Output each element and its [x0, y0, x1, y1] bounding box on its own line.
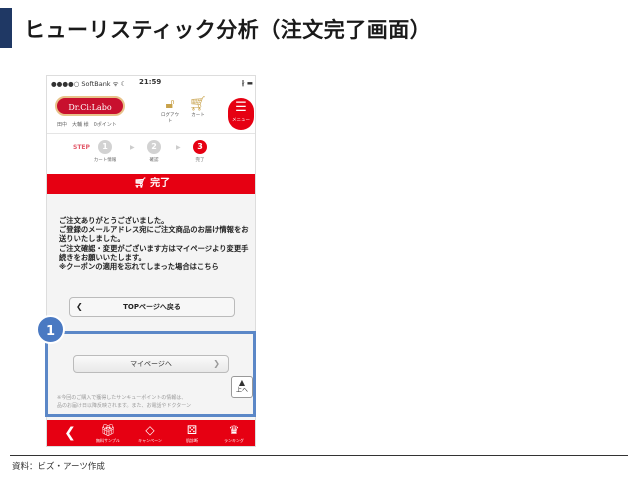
- step-text: 完了: [195, 158, 205, 163]
- battery-icon: ∦ ▬: [241, 79, 253, 87]
- chevron-left-icon: ❮: [76, 302, 83, 311]
- carrier-indicator: ●●●●○ SoftBank ᯤ ☾: [51, 80, 127, 88]
- step-number: 2: [147, 140, 161, 154]
- thanks-message: ご注文ありがとうございました。 ご登録のメールアドレス宛にご注文商品のお届け情報…: [59, 216, 249, 272]
- menu-button[interactable]: ☰ メニュー: [228, 98, 254, 130]
- brand-logo[interactable]: Dr.Ci:Labo: [55, 96, 125, 116]
- tab-label: 無料サンプル: [96, 438, 120, 443]
- cart-icon: 🛒︎: [189, 96, 207, 112]
- checkout-steps: STEP 1 カート情報 ▶ 2 確認 ▶ 3 完了: [47, 134, 255, 174]
- tab-campaign[interactable]: ◇ キャンペーン: [133, 423, 167, 444]
- cart-icon: 🛒︎: [133, 178, 151, 189]
- diamond-icon: ◇: [145, 423, 155, 437]
- complete-banner-text: 完了: [150, 178, 171, 189]
- slide-title: ヒューリスティック分析（注文完了画面）: [24, 18, 432, 42]
- hamburger-icon: ☰: [235, 100, 247, 115]
- tab-ranking[interactable]: ♛ ランキング: [217, 423, 251, 444]
- bottom-tab-bar: ❮ 🎁︎ 無料サンプル ◇ キャンペーン ⚄ 肌診断 ♛ ランキング: [47, 420, 255, 446]
- step-text: カート情報: [93, 158, 117, 163]
- logout-label: ログアウト: [161, 113, 179, 124]
- top-page-button[interactable]: ❮ TOPページへ戻る: [69, 297, 235, 317]
- title-accent-bar: [0, 8, 12, 48]
- tab-label: 肌診断: [186, 438, 198, 443]
- user-points: 田中 大輔 様 0ポイント: [57, 122, 117, 128]
- source-divider: [10, 455, 628, 456]
- status-time: 21:59: [139, 78, 162, 86]
- back-button[interactable]: ❮: [53, 426, 87, 441]
- tab-free-sample[interactable]: 🎁︎ 無料サンプル: [91, 423, 125, 444]
- chevron-left-icon: ❮: [64, 425, 76, 441]
- step-number: 3: [193, 140, 207, 154]
- lock-icon: 🔓︎: [165, 96, 175, 112]
- step-cart: 1 カート情報: [85, 140, 125, 163]
- complete-banner: 🛒︎ 完了: [47, 174, 255, 194]
- cart-label: カート: [191, 113, 205, 118]
- crown-icon: ♛: [228, 423, 240, 437]
- cart-button[interactable]: 🛒︎ カート: [187, 96, 209, 118]
- step-text: 確認: [149, 158, 159, 163]
- gift-icon: 🎁︎: [100, 423, 116, 437]
- tab-skin-check[interactable]: ⚄ 肌診断: [175, 423, 209, 444]
- tab-label: キャンペーン: [138, 438, 162, 443]
- dice-icon: ⚄: [186, 423, 198, 437]
- source-note: 資料：ビズ・アーツ作成: [12, 462, 105, 472]
- tab-label: ランキング: [224, 438, 244, 443]
- menu-label: メニュー: [232, 118, 250, 123]
- status-bar: ●●●●○ SoftBank ᯤ ☾ 21:59 ∦ ▬: [47, 76, 255, 90]
- app-header: Dr.Ci:Labo 田中 大輔 様 0ポイント 🔓︎ ログアウト 🛒︎ カート…: [47, 90, 255, 134]
- step-confirm: 2 確認: [134, 140, 174, 163]
- top-page-button-label: TOPページへ戻る: [123, 303, 181, 311]
- logout-button[interactable]: 🔓︎ ログアウト: [159, 96, 181, 124]
- step-complete: 3 完了: [180, 140, 220, 163]
- highlight-frame: [45, 331, 256, 417]
- step-number: 1: [98, 140, 112, 154]
- annotation-badge: 1: [36, 315, 65, 344]
